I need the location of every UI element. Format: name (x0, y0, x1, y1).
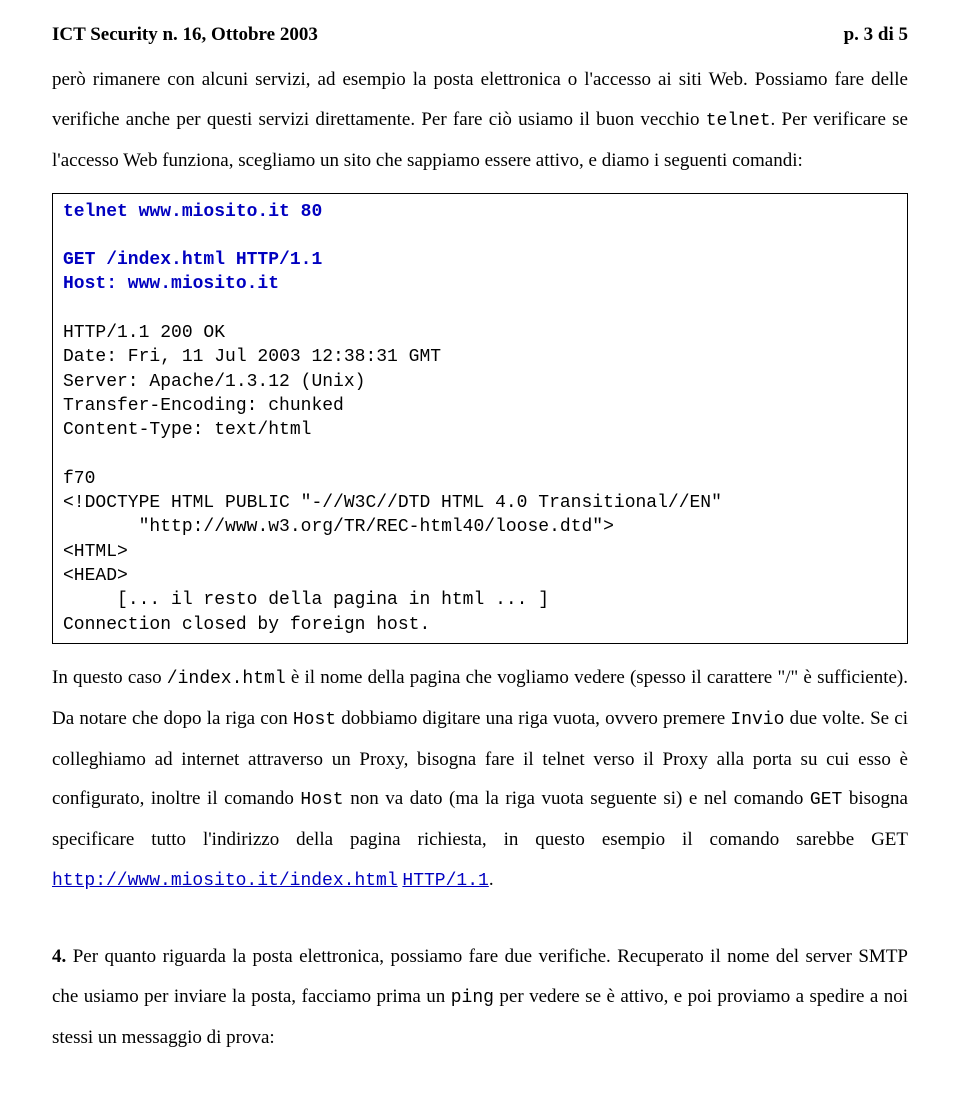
code-line-15: <HTML> (63, 542, 128, 562)
code-line-4: Host: www.miosito.it (63, 274, 279, 294)
p2-mono-get: GET (810, 790, 842, 810)
p2-text-1: In questo caso (52, 667, 167, 688)
code-line-16: <HEAD> (63, 566, 128, 586)
page-header: ICT Security n. 16, Ottobre 2003 p. 3 di… (52, 24, 908, 46)
code-line-14: "http://www.w3.org/TR/REC-html40/loose.d… (63, 517, 614, 537)
code-line-18: Connection closed by foreign host. (63, 615, 430, 635)
p2-text-3: dobbiamo digitare una riga vuota, ovvero… (336, 708, 730, 729)
link-http11[interactable]: HTTP/1.1 (402, 871, 488, 891)
code-line-6: HTTP/1.1 200 OK (63, 323, 225, 343)
code-line-8: Server: Apache/1.3.12 (Unix) (63, 372, 365, 392)
header-right: p. 3 di 5 (844, 24, 908, 46)
header-left: ICT Security n. 16, Ottobre 2003 (52, 24, 318, 46)
code-line-10: Content-Type: text/html (63, 420, 311, 440)
p2-text-7: . (489, 869, 494, 890)
paragraph-3: 4. Per quanto riguarda la posta elettron… (52, 937, 908, 1058)
code-line-13: <!DOCTYPE HTML PUBLIC "-//W3C//DTD HTML … (63, 493, 722, 513)
code-line-17: [... il resto della pagina in html ... ] (63, 590, 549, 610)
document-page: ICT Security n. 16, Ottobre 2003 p. 3 di… (0, 0, 960, 1097)
link-url[interactable]: http://www.miosito.it/index.html (52, 871, 398, 891)
code-block: telnet www.miosito.it 80 GET /index.html… (52, 193, 908, 644)
code-line-1: telnet www.miosito.it 80 (63, 202, 322, 222)
paragraph-2: In questo caso /index.html è il nome del… (52, 658, 908, 901)
p3-mono-ping: ping (451, 988, 494, 1008)
p2-mono-host-2: Host (300, 790, 343, 810)
p2-text-5: non va dato (ma la riga vuota seguente s… (344, 788, 810, 809)
code-line-12: f70 (63, 469, 95, 489)
p2-mono-invio: Invio (730, 710, 784, 730)
code-line-3: GET /index.html HTTP/1.1 (63, 250, 322, 270)
section-number-4: 4. (52, 946, 66, 967)
p2-mono-host-1: Host (293, 710, 336, 730)
code-line-9: Transfer-Encoding: chunked (63, 396, 344, 416)
code-line-7: Date: Fri, 11 Jul 2003 12:38:31 GMT (63, 347, 441, 367)
paragraph-1: però rimanere con alcuni servizi, ad ese… (52, 60, 908, 181)
p1-mono-telnet: telnet (706, 111, 771, 131)
p2-mono-index: /index.html (167, 669, 286, 689)
